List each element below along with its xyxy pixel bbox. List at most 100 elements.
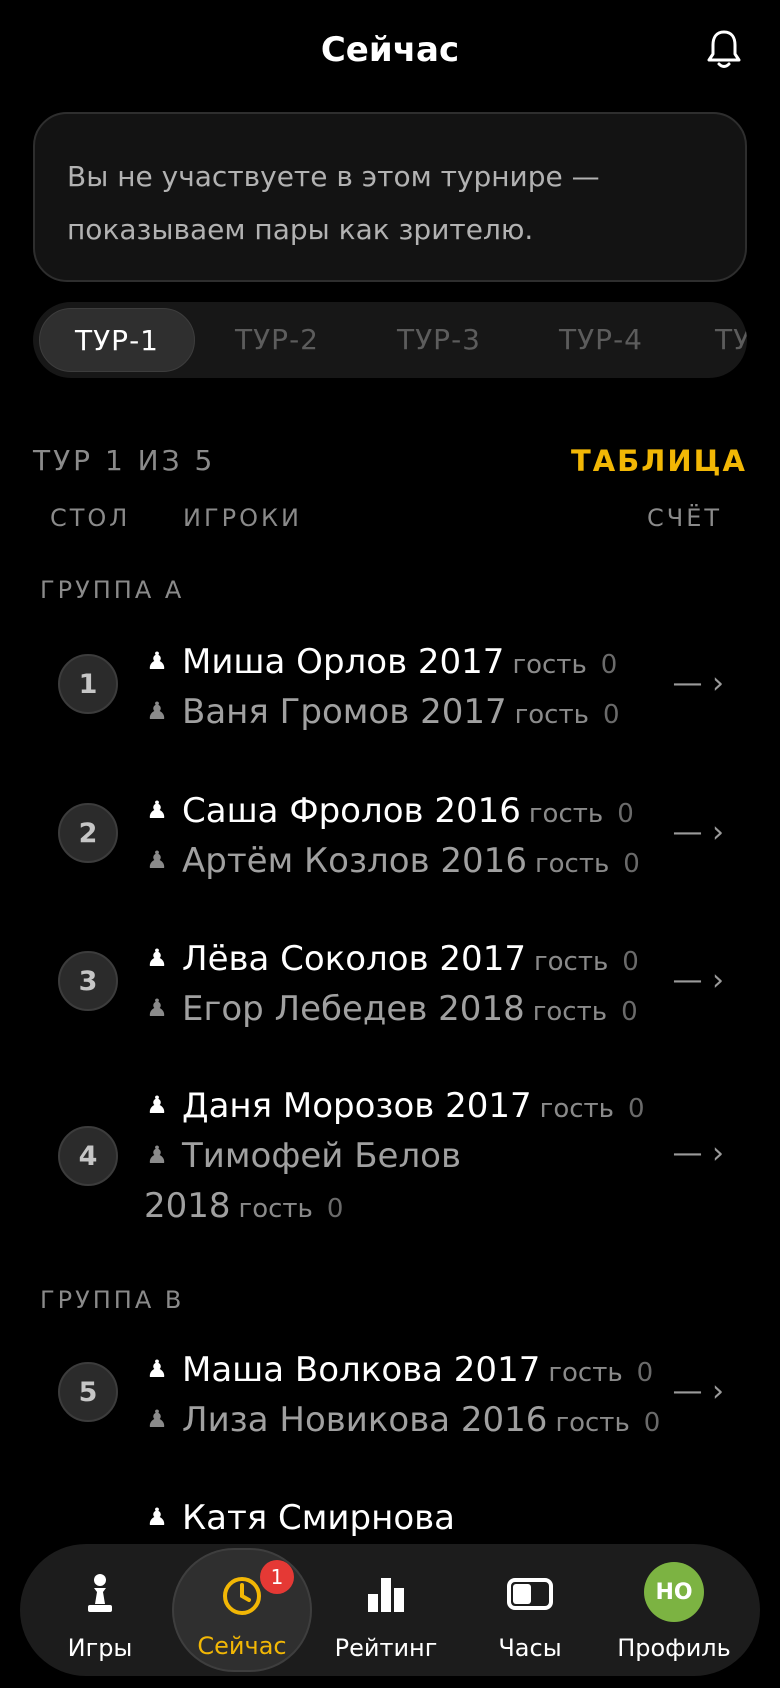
- round-tabs: ТУР-1 ТУР-2 ТУР-3 ТУР-4 ТУ: [33, 302, 747, 378]
- player-points: 0: [636, 1358, 654, 1388]
- player-name: Лиза Новикова 2016: [182, 1400, 548, 1440]
- pair-row[interactable]: ♟ Катя Смирнова: [0, 1486, 780, 1546]
- board-number: 4: [58, 1126, 118, 1186]
- black-player: ♟ Тимофей Белов: [144, 1136, 461, 1176]
- round-info: ТУР 1 ИЗ 5: [33, 444, 216, 477]
- guest-tag: гость: [512, 650, 587, 680]
- black-player: ♟ Артём Козлов 2016 гость 0: [144, 841, 640, 881]
- player-points: 0: [628, 1094, 645, 1124]
- nav-now[interactable]: 1 Сейчас: [172, 1548, 312, 1672]
- nav-games[interactable]: Игры: [30, 1548, 170, 1672]
- avatar: НО: [644, 1562, 704, 1622]
- player-points: 0: [643, 1408, 661, 1438]
- pair-score: — ›: [672, 1136, 724, 1171]
- guest-tag: гость: [534, 849, 610, 879]
- tab-round-3[interactable]: ТУР-3: [361, 308, 517, 372]
- black-pawn-icon: ♟: [146, 1405, 168, 1433]
- column-board: СТОЛ: [50, 504, 131, 532]
- pair-row[interactable]: 5 ♟ Маша Волкова 2017 гость 0 ♟ Лиза Новиков…: [0, 1338, 780, 1448]
- group-label-a: ГРУППА А: [40, 576, 185, 604]
- white-pawn-icon: ♟: [146, 944, 168, 972]
- group-label-b: ГРУППА В: [40, 1286, 185, 1314]
- white-player: ♟ Миша Орлов 2017 гость 0: [144, 642, 617, 682]
- player-name: Тимофей Белов: [182, 1136, 462, 1176]
- white-pawn-icon: ♟: [146, 1091, 168, 1119]
- black-player: ♟ Егор Лебедев 2018 гость 0: [144, 989, 638, 1029]
- white-pawn-icon: ♟: [146, 796, 168, 824]
- board-number: 5: [58, 1362, 118, 1422]
- pair-score: — ›: [672, 815, 724, 850]
- table-link[interactable]: ТАБЛИЦА: [571, 444, 747, 478]
- player-name: Миша Орлов 2017: [182, 642, 505, 682]
- white-player: ♟ Маша Волкова 2017 гость 0: [144, 1350, 653, 1390]
- black-pawn-icon: ♟: [146, 697, 168, 725]
- white-player: ♟ Лёва Соколов 2017 гость 0: [144, 939, 639, 979]
- player-name: Саша Фролов 2016: [182, 791, 521, 831]
- nav-clock[interactable]: Часы: [460, 1548, 600, 1672]
- guest-tag: гость: [532, 997, 608, 1027]
- player-name: Егор Лебедев 2018: [182, 989, 525, 1029]
- nav-label: Часы: [498, 1634, 562, 1662]
- guest-tag: гость: [548, 1358, 623, 1388]
- white-player: ♟ Катя Смирнова: [144, 1498, 455, 1538]
- spectator-notice: Вы не участвуете в этом турнире — показы…: [33, 112, 747, 282]
- pair-row[interactable]: 2 ♟ Саша Фролов 2016 гость 0 ♟ Артём Козлов …: [0, 779, 780, 889]
- player-points: 0: [326, 1194, 344, 1224]
- white-pawn-icon: ♟: [146, 1503, 168, 1531]
- guest-tag: гость: [514, 700, 589, 730]
- board-number: 3: [58, 951, 118, 1011]
- player-points: 0: [617, 799, 634, 829]
- board-number: 2: [58, 803, 118, 863]
- guest-tag: гость: [539, 1094, 615, 1124]
- guest-tag: гость: [533, 947, 609, 977]
- header: Сейчас: [0, 0, 780, 104]
- pair-row[interactable]: 1 ♟ Миша Орлов 2017 гость 0 ♟ Ваня Громов 20…: [0, 630, 780, 740]
- player-points: 0: [622, 947, 639, 977]
- black-pawn-icon: ♟: [146, 994, 168, 1022]
- tab-round-5[interactable]: ТУ: [685, 308, 747, 372]
- player-points: 0: [621, 997, 638, 1027]
- player-name: Катя Смирнова: [182, 1498, 456, 1538]
- tab-round-1[interactable]: ТУР-1: [39, 308, 195, 372]
- pair-score: — ›: [672, 1374, 724, 1409]
- bell-icon[interactable]: [704, 28, 744, 70]
- guest-tag: гость: [528, 799, 604, 829]
- pair-row[interactable]: 3 ♟ Лёва Соколов 2017 гость 0 ♟ Егор Лебедев…: [0, 927, 780, 1037]
- nav-label: Игры: [67, 1634, 133, 1662]
- nav-label: Рейтинг: [334, 1634, 438, 1662]
- black-pawn-icon: ♟: [146, 846, 168, 874]
- bottom-nav: Игры 1 Сейчас Рейтинг Часы НО Профиль: [20, 1544, 760, 1676]
- column-score: СЧЁТ: [647, 504, 723, 532]
- column-players: ИГРОКИ: [183, 504, 302, 532]
- board-number: 1: [58, 654, 118, 714]
- nav-label: Сейчас: [197, 1632, 287, 1660]
- player-name-continued: 2018: [144, 1186, 231, 1226]
- notification-badge: 1: [260, 1560, 294, 1594]
- nav-label: Профиль: [617, 1634, 731, 1662]
- player-name: Лёва Соколов 2017: [182, 939, 526, 979]
- player-name: Даня Морозов 2017: [182, 1086, 532, 1126]
- black-player-continued: 2018 гость 0: [144, 1186, 343, 1226]
- chess-clock-icon: [507, 1578, 553, 1610]
- white-player: ♟ Саша Фролов 2016 гость 0: [144, 791, 634, 831]
- guest-tag: гость: [555, 1408, 630, 1438]
- tab-round-4[interactable]: ТУР-4: [523, 308, 679, 372]
- clock-icon: [223, 1577, 261, 1615]
- black-player: ♟ Лиза Новикова 2016 гость 0: [144, 1400, 660, 1440]
- pair-row[interactable]: 4 ♟ Даня Морозов 2017 гость 0 ♟ Тимофей Бело…: [0, 1074, 780, 1234]
- black-pawn-icon: ♟: [146, 1141, 168, 1169]
- pair-score: — ›: [672, 963, 724, 998]
- page-title: Сейчас: [320, 30, 460, 70]
- nav-rating[interactable]: Рейтинг: [316, 1548, 456, 1672]
- player-points: 0: [623, 849, 640, 879]
- guest-tag: гость: [238, 1194, 313, 1224]
- white-player: ♟ Даня Морозов 2017 гость 0: [144, 1086, 645, 1126]
- pawn-icon: [88, 1574, 112, 1612]
- player-points: 0: [600, 650, 618, 680]
- nav-profile[interactable]: НО Профиль: [604, 1548, 744, 1672]
- player-name: Ваня Громов 2017: [182, 692, 507, 732]
- player-name: Маша Волкова 2017: [182, 1350, 541, 1390]
- tab-round-2[interactable]: ТУР-2: [199, 308, 355, 372]
- bar-chart-icon: [368, 1578, 404, 1612]
- white-pawn-icon: ♟: [146, 647, 168, 675]
